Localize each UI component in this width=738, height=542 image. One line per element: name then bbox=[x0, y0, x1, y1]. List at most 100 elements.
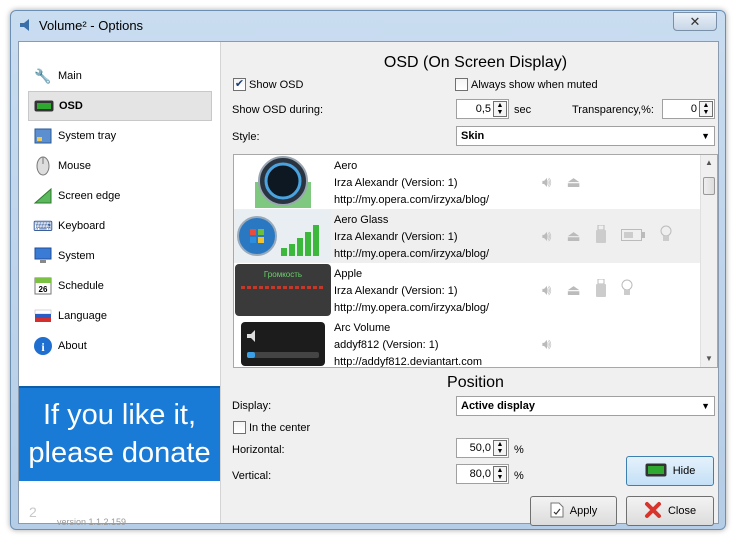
mouse-icon bbox=[32, 155, 54, 177]
style-dropdown[interactable]: Skin ▼ bbox=[456, 126, 715, 146]
style-label: Style: bbox=[232, 131, 260, 143]
version-text: version 1.1.2.159 bbox=[57, 517, 127, 527]
vertical-spinner[interactable]: 80,0 ▲ ▼ bbox=[456, 464, 509, 484]
title-bar[interactable]: Volume² - Options ✕ bbox=[11, 11, 725, 41]
skin-info-arc-volume: Arc Volume addyf812 (Version: 1) http://… bbox=[334, 320, 482, 367]
skin-list-scrollbar[interactable]: ▲ ▼ bbox=[700, 155, 717, 367]
skin-info-apple: Apple Irza Alexandr (Version: 1) http://… bbox=[334, 266, 489, 317]
skin-thumbnail-arc-volume bbox=[235, 318, 331, 367]
in-center-label: In the center bbox=[249, 422, 311, 434]
speaker-app-icon bbox=[20, 19, 29, 31]
sidebar-item-label: About bbox=[58, 340, 87, 352]
apply-icon bbox=[550, 502, 564, 521]
skin-row-aero-glass[interactable]: Aero Glass Irza Alexandr (Version: 1) ht… bbox=[234, 209, 701, 263]
bulb-icon bbox=[660, 225, 672, 247]
show-during-spinner[interactable]: 0,5 ▲ ▼ bbox=[456, 99, 509, 119]
donate-banner[interactable]: If you like it, please donate bbox=[19, 386, 220, 481]
show-osd-label: Show OSD bbox=[249, 79, 304, 91]
calendar-icon: 26 bbox=[32, 275, 54, 297]
sidebar-item-system-tray[interactable]: System tray bbox=[28, 121, 212, 151]
horizontal-label: Horizontal: bbox=[232, 444, 285, 456]
skin-info-aero: Aero Irza Alexandr (Version: 1) http://m… bbox=[334, 158, 489, 209]
hide-label: Hide bbox=[672, 465, 696, 477]
spin-arrows-icon[interactable]: ▲ ▼ bbox=[699, 101, 713, 117]
window-title: Volume² - Options bbox=[39, 18, 144, 33]
sidebar-item-label: System tray bbox=[58, 130, 117, 142]
skin-url: http://my.opera.com/irzyxa/blog/ bbox=[334, 248, 490, 260]
skin-row-aero[interactable]: Aero Irza Alexandr (Version: 1) http://m… bbox=[234, 155, 701, 209]
apply-button[interactable]: Apply bbox=[530, 496, 617, 526]
system-tray-icon bbox=[32, 125, 54, 147]
spin-arrows-icon[interactable]: ▲ ▼ bbox=[493, 440, 507, 456]
sidebar-item-label: Mouse bbox=[58, 160, 92, 172]
skin-name: Arc Volume bbox=[334, 322, 391, 334]
speaker-icon: 🔊︎ bbox=[542, 227, 552, 245]
style-value: Skin bbox=[461, 130, 485, 142]
sidebar-item-system[interactable]: System bbox=[28, 241, 212, 271]
osd-section-title: OSD (On Screen Display) bbox=[383, 54, 568, 71]
skin-thumbnail-aero-glass bbox=[235, 210, 331, 262]
display-dropdown[interactable]: Active display ▼ bbox=[456, 396, 715, 416]
speaker-icon: 🔊︎ bbox=[542, 173, 552, 191]
skin-list[interactable]: Aero Irza Alexandr (Version: 1) http://m… bbox=[233, 154, 718, 368]
sidebar-item-screen-edge[interactable]: Screen edge bbox=[28, 181, 212, 211]
show-during-unit: sec bbox=[514, 104, 532, 116]
in-center-checkbox[interactable] bbox=[233, 421, 246, 434]
osd-icon bbox=[33, 95, 55, 117]
skin-row-arc-volume[interactable]: Arc Volume addyf812 (Version: 1) http://… bbox=[234, 317, 701, 367]
eject-icon: ⏏ bbox=[566, 282, 581, 299]
spin-arrows-icon[interactable]: ▲ ▼ bbox=[493, 101, 507, 117]
chevron-down-icon: ▼ bbox=[701, 131, 710, 141]
skin-row-apple[interactable]: Громкость Apple Irza Alexandr (Version: … bbox=[234, 263, 701, 317]
transparency-value: 0 bbox=[690, 103, 697, 115]
skin-thumbnail-aero bbox=[235, 156, 331, 208]
always-show-muted-checkbox[interactable] bbox=[455, 78, 468, 91]
position-section-title: Position bbox=[447, 374, 504, 391]
speaker-icon: 🔊︎ bbox=[542, 335, 552, 353]
skin-features: 🔊︎ ⏏ bbox=[542, 224, 672, 247]
skin-url: http://my.opera.com/irzyxa/blog/ bbox=[334, 302, 490, 314]
scroll-up-icon[interactable]: ▲ bbox=[701, 155, 717, 171]
options-window: Volume² - Options ✕ 🔧 Main OSD System tr… bbox=[10, 10, 726, 530]
sidebar-item-about[interactable]: i About bbox=[28, 331, 212, 361]
vertical-value: 80,0 bbox=[469, 468, 491, 480]
sidebar-item-label: OSD bbox=[59, 100, 83, 112]
close-button[interactable]: Close bbox=[626, 496, 714, 526]
sidebar-item-label: Schedule bbox=[58, 280, 104, 292]
sidebar-item-schedule[interactable]: 26 Schedule bbox=[28, 271, 212, 301]
screen-edge-icon bbox=[32, 185, 54, 207]
transparency-spinner[interactable]: 0 ▲ ▼ bbox=[662, 99, 715, 119]
horizontal-spinner[interactable]: 50,0 ▲ ▼ bbox=[456, 438, 509, 458]
sidebar: 🔧 Main OSD System tray Mouse Screen edge… bbox=[19, 42, 221, 527]
system-icon bbox=[32, 245, 54, 267]
spin-arrows-icon[interactable]: ▲ ▼ bbox=[493, 466, 507, 482]
sidebar-item-language[interactable]: Language bbox=[28, 301, 212, 331]
sidebar-item-label: Main bbox=[58, 70, 82, 82]
sidebar-item-keyboard[interactable]: ⌨ Keyboard bbox=[28, 211, 212, 241]
sidebar-item-osd[interactable]: OSD bbox=[28, 91, 212, 121]
flag-icon bbox=[32, 305, 54, 327]
donate-line-1: If you like it, bbox=[42, 399, 197, 431]
version-logo: 2 bbox=[29, 504, 37, 520]
scroll-down-icon[interactable]: ▼ bbox=[701, 351, 717, 367]
vertical-unit: % bbox=[514, 470, 524, 482]
show-during-value: 0,5 bbox=[475, 103, 491, 115]
sidebar-item-main[interactable]: 🔧 Main bbox=[28, 61, 212, 91]
skin-url: http://my.opera.com/irzyxa/blog/ bbox=[334, 194, 490, 206]
wrench-icon: 🔧 bbox=[34, 67, 52, 84]
skin-author: Irza Alexandr (Version: 1) bbox=[334, 231, 458, 243]
always-show-muted-label: Always show when muted bbox=[471, 79, 598, 91]
scroll-thumb[interactable] bbox=[703, 177, 715, 195]
sidebar-item-mouse[interactable]: Mouse bbox=[28, 151, 212, 181]
sidebar-item-label: Keyboard bbox=[58, 220, 106, 232]
bulb-icon bbox=[621, 279, 633, 301]
eject-icon: ⏏ bbox=[566, 228, 581, 245]
window-close-button[interactable]: ✕ bbox=[673, 12, 717, 31]
close-label: Close bbox=[667, 505, 697, 517]
transparency-label: Transparency,%: bbox=[572, 104, 654, 116]
show-osd-checkbox[interactable]: ✔ bbox=[233, 78, 246, 91]
svg-text:26: 26 bbox=[39, 285, 48, 294]
apple-thumb-caption: Громкость bbox=[264, 270, 302, 279]
display-value: Active display bbox=[461, 400, 535, 412]
hide-button[interactable]: Hide bbox=[626, 456, 714, 486]
